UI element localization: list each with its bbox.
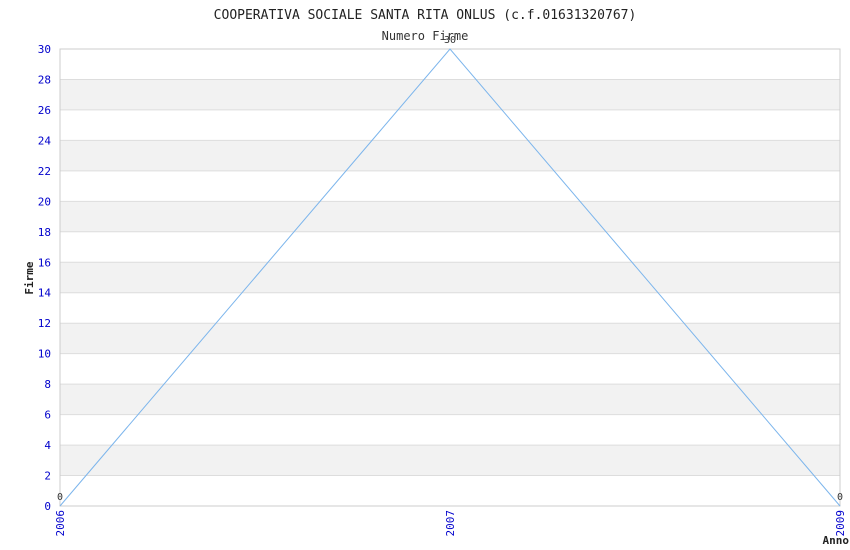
plot-band xyxy=(60,323,840,354)
y-axis-label: Firme xyxy=(23,261,36,294)
chart-subtitle: Numero Firme xyxy=(382,29,469,43)
y-tick-label: 12 xyxy=(38,317,51,330)
y-tick-label: 30 xyxy=(38,43,51,56)
x-axis-ticks: 2006 2007 2009 xyxy=(54,510,847,537)
y-tick-label: 8 xyxy=(44,378,51,391)
y-tick-label: 10 xyxy=(38,348,51,361)
x-tick-label: 2007 xyxy=(444,510,457,537)
y-tick-label: 26 xyxy=(38,104,51,117)
plot-band xyxy=(60,140,840,171)
y-tick-label: 28 xyxy=(38,73,51,86)
y-tick-label: 14 xyxy=(38,287,52,300)
y-axis-ticks: 024681012141618202224262830 xyxy=(38,43,52,513)
y-tick-label: 16 xyxy=(38,256,51,269)
x-tick-label: 2006 xyxy=(54,510,67,537)
y-tick-label: 0 xyxy=(44,500,51,513)
x-tick-label: 2009 xyxy=(834,510,847,537)
data-label: 0 xyxy=(57,492,63,503)
plot-band xyxy=(60,262,840,293)
y-tick-label: 18 xyxy=(38,226,51,239)
y-tick-label: 6 xyxy=(44,409,51,422)
y-tick-label: 2 xyxy=(44,470,51,483)
plot-band xyxy=(60,201,840,232)
chart-title: COOPERATIVA SOCIALE SANTA RITA ONLUS (c.… xyxy=(214,8,637,23)
x-axis-label: Anno xyxy=(823,534,850,547)
plot-band xyxy=(60,79,840,110)
y-tick-label: 22 xyxy=(38,165,51,178)
plot-band xyxy=(60,384,840,415)
y-tick-label: 20 xyxy=(38,195,51,208)
plot-bands xyxy=(60,79,840,476)
data-label: 0 xyxy=(837,492,843,503)
y-tick-label: 24 xyxy=(38,134,52,147)
y-tick-label: 4 xyxy=(44,439,51,452)
plot-band xyxy=(60,445,840,476)
line-chart: 024681012141618202224262830 2006 2007 2009… xyxy=(23,8,850,547)
